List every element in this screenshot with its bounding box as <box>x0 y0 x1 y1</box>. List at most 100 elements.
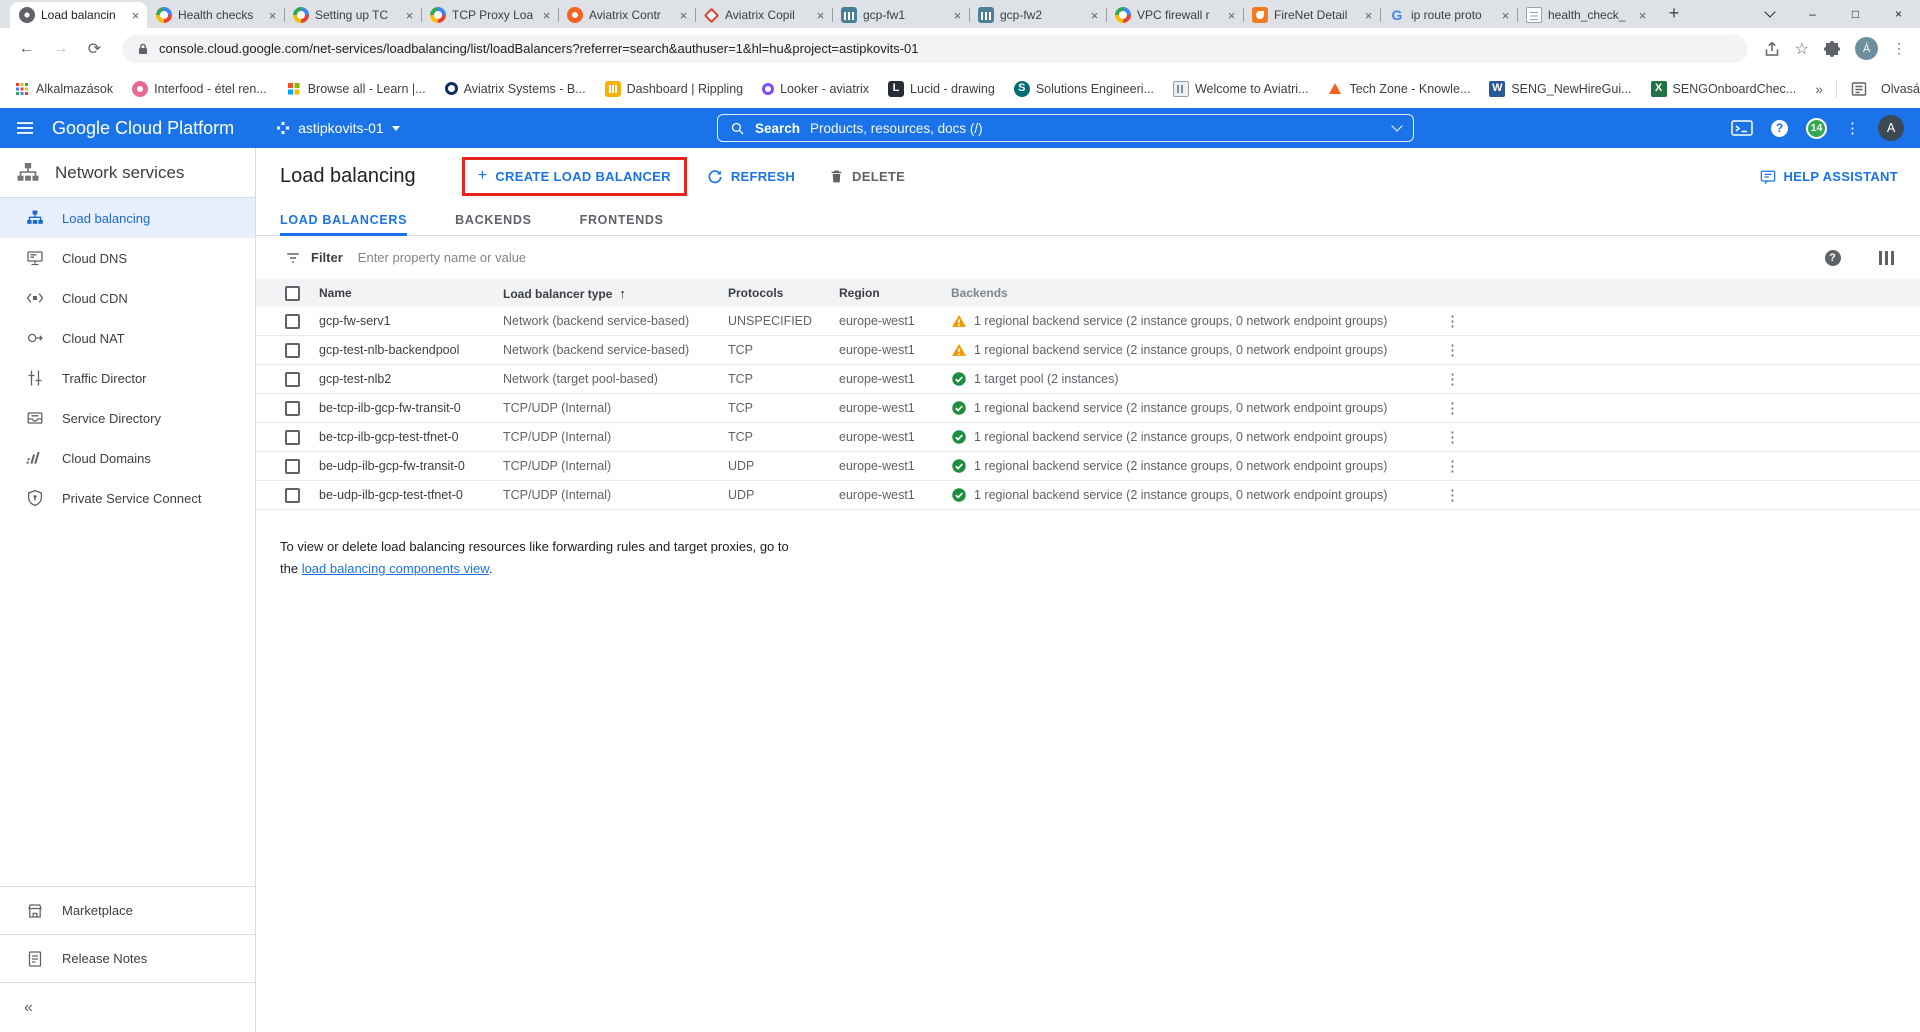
row-actions-button[interactable]: ⋮ <box>1445 342 1460 359</box>
column-header-region[interactable]: Region <box>839 286 951 300</box>
filter-help-icon[interactable]: ? <box>1825 250 1841 266</box>
gcp-logo[interactable]: Google Cloud Platform <box>52 118 234 139</box>
cloud-shell-icon[interactable] <box>1731 119 1753 137</box>
search-chevron-down-icon[interactable] <box>1391 120 1402 131</box>
browser-avatar[interactable]: Á <box>1855 37 1878 60</box>
tab-close-icon[interactable]: × <box>1635 8 1650 23</box>
tab-close-icon[interactable]: × <box>539 8 554 23</box>
sidebar-item-load-balancing[interactable]: Load balancing <box>0 198 255 238</box>
url-bar[interactable]: console.cloud.google.com/net-services/lo… <box>122 35 1748 63</box>
browser-tab-aviatrix-copil[interactable]: Aviatrix Copil× <box>695 2 832 28</box>
bookmark-alkalmaz-sok[interactable]: Alkalmazások <box>14 81 113 97</box>
load-balancing-components-link[interactable]: load balancing components view <box>302 561 489 576</box>
tab-load-balancers[interactable]: LOAD BALANCERS <box>280 205 407 235</box>
delete-button[interactable]: DELETE <box>829 169 905 184</box>
bookmark-looker-aviatrix[interactable]: Looker - aviatrix <box>762 82 869 96</box>
sidebar-item-release-notes[interactable]: Release Notes <box>0 935 255 982</box>
project-selector[interactable]: astipkovits-01 <box>276 120 400 136</box>
help-assistant-button[interactable]: HELP ASSISTANT <box>1760 169 1898 185</box>
refresh-button[interactable]: REFRESH <box>707 169 795 185</box>
tab-frontends[interactable]: FRONTENDS <box>580 205 664 235</box>
table-row-be-tcp-ilb-gcp-test-tfnet-0[interactable]: be-tcp-ilb-gcp-test-tfnet-0TCP/UDP (Inte… <box>256 423 1920 452</box>
sidebar-item-marketplace[interactable]: Marketplace <box>0 887 255 934</box>
tab-close-icon[interactable]: × <box>402 8 417 23</box>
browser-tab-aviatrix-contr[interactable]: Aviatrix Contr× <box>558 2 695 28</box>
back-button[interactable]: ← <box>14 40 39 58</box>
bookmark-aviatrix-systems-b[interactable]: Aviatrix Systems - B... <box>445 82 586 96</box>
reading-list-label[interactable]: Olvasási lista <box>1881 82 1920 96</box>
browser-tab-health-checks[interactable]: Health checks× <box>147 2 284 28</box>
row-actions-button[interactable]: ⋮ <box>1445 400 1460 417</box>
bookmark-lucid-drawing[interactable]: LLucid - drawing <box>888 81 995 97</box>
row-actions-button[interactable]: ⋮ <box>1445 487 1460 504</box>
tab-close-icon[interactable]: × <box>676 8 691 23</box>
browser-tab-tcp-proxy-loa[interactable]: TCP Proxy Loa× <box>421 2 558 28</box>
sidebar-item-cloud-dns[interactable]: Cloud DNS <box>0 238 255 278</box>
tab-close-icon[interactable]: × <box>1498 8 1513 23</box>
sidebar-collapse-button[interactable]: « <box>0 983 255 1032</box>
select-all-checkbox[interactable] <box>285 286 300 301</box>
row-actions-button[interactable]: ⋮ <box>1445 371 1460 388</box>
bookmark-interfood-tel-ren[interactable]: Interfood - étel ren... <box>132 81 267 97</box>
browser-menu-icon[interactable]: ⋮ <box>1892 40 1906 57</box>
bookmark-star-icon[interactable]: ☆ <box>1795 39 1809 59</box>
column-header-protocols[interactable]: Protocols <box>728 286 839 300</box>
browser-tab-vpc-firewall-r[interactable]: VPC firewall r× <box>1106 2 1243 28</box>
browser-tab-gcp-fw1[interactable]: gcp-fw1× <box>832 2 969 28</box>
row-actions-button[interactable]: ⋮ <box>1445 313 1460 330</box>
sidebar-item-service-directory[interactable]: Service Directory <box>0 398 255 438</box>
row-checkbox[interactable] <box>285 488 300 503</box>
more-options-icon[interactable]: ⋮ <box>1845 119 1860 137</box>
row-checkbox[interactable] <box>285 430 300 445</box>
help-icon[interactable]: ? <box>1771 120 1788 137</box>
column-header-name[interactable]: Name <box>319 286 503 300</box>
row-checkbox[interactable] <box>285 372 300 387</box>
close-button[interactable]: × <box>1877 0 1920 28</box>
minimize-button[interactable]: – <box>1791 0 1834 28</box>
tab-close-icon[interactable]: × <box>813 8 828 23</box>
browser-tab-setting-up-tc[interactable]: Setting up TC× <box>284 2 421 28</box>
notifications-badge[interactable]: 14 <box>1806 118 1827 139</box>
bookmark-sengonboardchec[interactable]: XSENGOnboardChec... <box>1651 81 1797 97</box>
bookmark-solutions-engineeri[interactable]: SSolutions Engineeri... <box>1014 81 1154 97</box>
row-checkbox[interactable] <box>285 314 300 329</box>
columns-icon[interactable] <box>1879 251 1895 265</box>
extensions-puzzle-icon[interactable] <box>1823 40 1841 58</box>
table-row-be-udp-ilb-gcp-test-tfnet-0[interactable]: be-udp-ilb-gcp-test-tfnet-0TCP/UDP (Inte… <box>256 481 1920 510</box>
tab-close-icon[interactable]: × <box>1224 8 1239 23</box>
browser-tab-firenet-detail[interactable]: FireNet Detail× <box>1243 2 1380 28</box>
browser-tab-health-check[interactable]: health_check_× <box>1517 2 1654 28</box>
row-checkbox[interactable] <box>285 459 300 474</box>
forward-button[interactable]: → <box>48 40 73 58</box>
sidebar-item-traffic-director[interactable]: Traffic Director <box>0 358 255 398</box>
bookmark-seng-newhiregui[interactable]: WSENG_NewHireGui... <box>1489 81 1631 97</box>
share-icon[interactable] <box>1763 40 1781 58</box>
browser-tab-gcp-fw2[interactable]: gcp-fw2× <box>969 2 1106 28</box>
browser-profile-chevron-icon[interactable] <box>1748 0 1791 28</box>
table-row-gcp-test-nlb2[interactable]: gcp-test-nlb2Network (target pool-based)… <box>256 365 1920 394</box>
bookmark-welcome-to-aviatri[interactable]: Welcome to Aviatri... <box>1173 81 1308 97</box>
create-load-balancer-button[interactable]: + CREATE LOAD BALANCER <box>478 168 671 185</box>
tab-close-icon[interactable]: × <box>128 8 143 23</box>
tab-backends[interactable]: BACKENDS <box>455 205 531 235</box>
table-row-be-tcp-ilb-gcp-fw-transit-0[interactable]: be-tcp-ilb-gcp-fw-transit-0TCP/UDP (Inte… <box>256 394 1920 423</box>
sidebar-item-cloud-cdn[interactable]: Cloud CDN <box>0 278 255 318</box>
table-row-gcp-fw-serv1[interactable]: gcp-fw-serv1Network (backend service-bas… <box>256 307 1920 336</box>
table-row-be-udp-ilb-gcp-fw-transit-0[interactable]: be-udp-ilb-gcp-fw-transit-0TCP/UDP (Inte… <box>256 452 1920 481</box>
sidebar-item-private-service-connect[interactable]: Private Service Connect <box>0 478 255 518</box>
maximize-button[interactable]: □ <box>1834 0 1877 28</box>
bookmark-tech-zone-knowle[interactable]: Tech Zone - Knowle... <box>1327 81 1470 97</box>
sidebar-item-cloud-domains[interactable]: Cloud Domains <box>0 438 255 478</box>
row-checkbox[interactable] <box>285 343 300 358</box>
filter-input[interactable] <box>358 250 1805 265</box>
gcp-search-box[interactable]: Search Products, resources, docs (/) <box>717 114 1414 142</box>
browser-tab-load-balancin[interactable]: Load balancin× <box>10 2 147 28</box>
tab-close-icon[interactable]: × <box>950 8 965 23</box>
table-row-gcp-test-nlb-backendpool[interactable]: gcp-test-nlb-backendpoolNetwork (backend… <box>256 336 1920 365</box>
row-checkbox[interactable] <box>285 401 300 416</box>
row-actions-button[interactable]: ⋮ <box>1445 458 1460 475</box>
bookmark-dashboard-rippling[interactable]: Dashboard | Rippling <box>605 81 744 97</box>
hamburger-menu-icon[interactable] <box>16 119 34 137</box>
browser-tab-ip-route-proto[interactable]: Gip route proto× <box>1380 2 1517 28</box>
tab-close-icon[interactable]: × <box>265 8 280 23</box>
